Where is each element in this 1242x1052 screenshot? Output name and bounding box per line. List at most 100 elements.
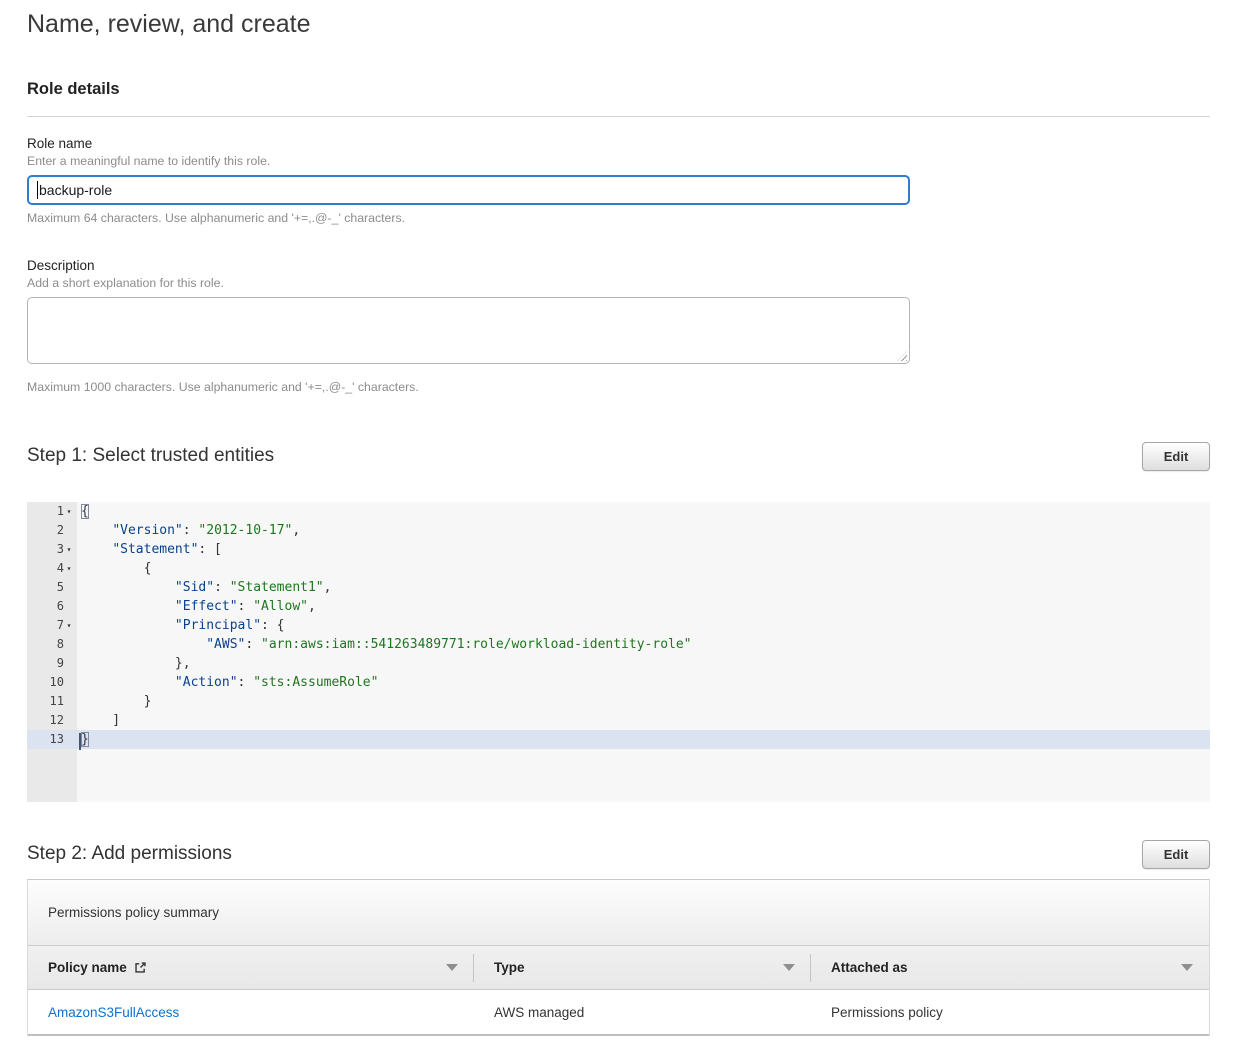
description-hint: Add a short explanation for this role. bbox=[27, 276, 1210, 291]
code-token: "2012-10-17" bbox=[198, 523, 292, 538]
description-label: Description bbox=[27, 258, 1210, 274]
step1-header-row: Step 1: Select trusted entities Edit bbox=[27, 441, 1210, 471]
code-token: , bbox=[308, 599, 316, 614]
step2-heading: Step 2: Add permissions bbox=[27, 843, 232, 865]
editor-empty-area[interactable] bbox=[27, 749, 1210, 802]
role-name-hint: Enter a meaningful name to identify this… bbox=[27, 154, 1210, 169]
role-name-input[interactable] bbox=[27, 175, 910, 205]
code-token: ] bbox=[81, 713, 120, 728]
code-token: "Sid" bbox=[175, 580, 214, 595]
editor-code-text[interactable]: } bbox=[77, 730, 1210, 749]
code-token bbox=[81, 637, 206, 652]
editor-code-text[interactable]: { bbox=[77, 559, 1210, 578]
code-token: { bbox=[81, 504, 89, 519]
step1-edit-button[interactable]: Edit bbox=[1142, 442, 1210, 471]
column-label: Type bbox=[494, 960, 525, 975]
editor-line-number: 10▾ bbox=[27, 673, 77, 692]
editor-code-text[interactable]: ] bbox=[77, 711, 1210, 730]
code-token: : bbox=[238, 599, 254, 614]
editor-cursor-position: } bbox=[81, 732, 89, 747]
policy-editor-lines: 1▾{2▾ "Version": "2012-10-17",3▾ "Statem… bbox=[27, 502, 1210, 749]
column-label: Policy name bbox=[48, 960, 127, 975]
editor-code-text[interactable]: "Version": "2012-10-17", bbox=[77, 521, 1210, 540]
policy-name-link[interactable]: AmazonS3FullAccess bbox=[28, 990, 474, 1034]
code-token: "arn:aws:iam::541263489771:role/workload… bbox=[261, 637, 691, 652]
code-token: : bbox=[238, 675, 254, 690]
panel-title: Permissions policy summary bbox=[28, 880, 1209, 946]
editor-code-text[interactable]: "Sid": "Statement1", bbox=[77, 578, 1210, 597]
code-token: { bbox=[81, 561, 151, 576]
step1-heading: Step 1: Select trusted entities bbox=[27, 445, 274, 467]
code-token: : bbox=[214, 580, 230, 595]
editor-line-number: 2▾ bbox=[27, 521, 77, 540]
code-token bbox=[81, 675, 175, 690]
editor-line[interactable]: 10▾ "Action": "sts:AssumeRole" bbox=[27, 673, 1210, 692]
editor-line[interactable]: 9▾ }, bbox=[27, 654, 1210, 673]
code-token: "Version" bbox=[112, 523, 182, 538]
editor-line[interactable]: 3▾ "Statement": [ bbox=[27, 540, 1210, 559]
code-token bbox=[81, 580, 175, 595]
editor-gutter bbox=[27, 749, 77, 802]
editor-code-text[interactable]: "Principal": { bbox=[77, 616, 1210, 635]
code-token: : bbox=[245, 637, 261, 652]
editor-code-text[interactable]: { bbox=[77, 502, 1210, 521]
editor-line[interactable]: 11▾ } bbox=[27, 692, 1210, 711]
editor-line-number: 1▾ bbox=[27, 502, 77, 521]
editor-line[interactable]: 2▾ "Version": "2012-10-17", bbox=[27, 521, 1210, 540]
column-header-policy-name[interactable]: Policy name bbox=[28, 946, 474, 989]
fold-arrow-icon[interactable]: ▾ bbox=[64, 559, 74, 578]
editor-code-text[interactable]: } bbox=[77, 692, 1210, 711]
name-review-create-page: Name, review, and create Role details Ro… bbox=[27, 8, 1210, 1052]
editor-line-number: 4▾ bbox=[27, 559, 77, 578]
permissions-summary-panel: Permissions policy summary Policy name T… bbox=[27, 879, 1210, 1036]
editor-line[interactable]: 7▾ "Principal": { bbox=[27, 616, 1210, 635]
editor-line[interactable]: 12▾ ] bbox=[27, 711, 1210, 730]
code-token bbox=[81, 542, 112, 557]
editor-line[interactable]: 1▾ { bbox=[27, 502, 1210, 521]
filter-dropdown-icon[interactable] bbox=[446, 964, 458, 971]
text-caret bbox=[37, 181, 38, 199]
fold-arrow-icon[interactable]: ▾ bbox=[64, 616, 74, 635]
column-header-type[interactable]: Type bbox=[474, 946, 811, 989]
column-header-attached-as[interactable]: Attached as bbox=[811, 946, 1209, 989]
editor-line-number: 8▾ bbox=[27, 635, 77, 654]
code-token: "Effect" bbox=[175, 599, 238, 614]
code-token bbox=[81, 618, 175, 633]
description-field: Description Add a short explanation for … bbox=[27, 258, 1210, 395]
editor-line-number: 11▾ bbox=[27, 692, 77, 711]
editor-line-number: 9▾ bbox=[27, 654, 77, 673]
editor-code-text[interactable]: "AWS": "arn:aws:iam::541263489771:role/w… bbox=[77, 635, 1210, 654]
editor-line[interactable]: 13▾} bbox=[27, 730, 1210, 749]
code-token: "Statement" bbox=[112, 542, 198, 557]
editor-line-number: 12▾ bbox=[27, 711, 77, 730]
code-token: }, bbox=[81, 656, 191, 671]
editor-code-text[interactable]: }, bbox=[77, 654, 1210, 673]
editor-line[interactable]: 5▾ "Sid": "Statement1", bbox=[27, 578, 1210, 597]
section-divider bbox=[27, 116, 1210, 117]
description-textarea[interactable] bbox=[27, 297, 910, 364]
editor-code-text[interactable]: "Effect": "Allow", bbox=[77, 597, 1210, 616]
code-token: "Action" bbox=[175, 675, 238, 690]
code-token bbox=[81, 523, 112, 538]
code-token: "Allow" bbox=[253, 599, 308, 614]
editor-line[interactable]: 4▾ { bbox=[27, 559, 1210, 578]
page-title: Name, review, and create bbox=[27, 8, 1210, 40]
code-token: , bbox=[292, 523, 300, 538]
fold-arrow-icon[interactable]: ▾ bbox=[64, 540, 74, 559]
external-link-icon bbox=[134, 961, 147, 974]
step2-header-row: Step 2: Add permissions Edit bbox=[27, 839, 1210, 869]
editor-background bbox=[77, 749, 1210, 802]
editor-code-text[interactable]: "Action": "sts:AssumeRole" bbox=[77, 673, 1210, 692]
filter-dropdown-icon[interactable] bbox=[1181, 964, 1193, 971]
filter-dropdown-icon[interactable] bbox=[783, 964, 795, 971]
fold-arrow-icon[interactable]: ▾ bbox=[64, 502, 74, 521]
step2-edit-button[interactable]: Edit bbox=[1142, 840, 1210, 869]
code-token: : [ bbox=[198, 542, 221, 557]
editor-line[interactable]: 8▾ "AWS": "arn:aws:iam::541263489771:rol… bbox=[27, 635, 1210, 654]
editor-line-number: 13▾ bbox=[27, 730, 77, 749]
trust-policy-editor[interactable]: 1▾{2▾ "Version": "2012-10-17",3▾ "Statem… bbox=[27, 502, 1210, 802]
code-token: "Statement1" bbox=[230, 580, 324, 595]
editor-code-text[interactable]: "Statement": [ bbox=[77, 540, 1210, 559]
editor-line[interactable]: 6▾ "Effect": "Allow", bbox=[27, 597, 1210, 616]
code-token: : { bbox=[261, 618, 284, 633]
